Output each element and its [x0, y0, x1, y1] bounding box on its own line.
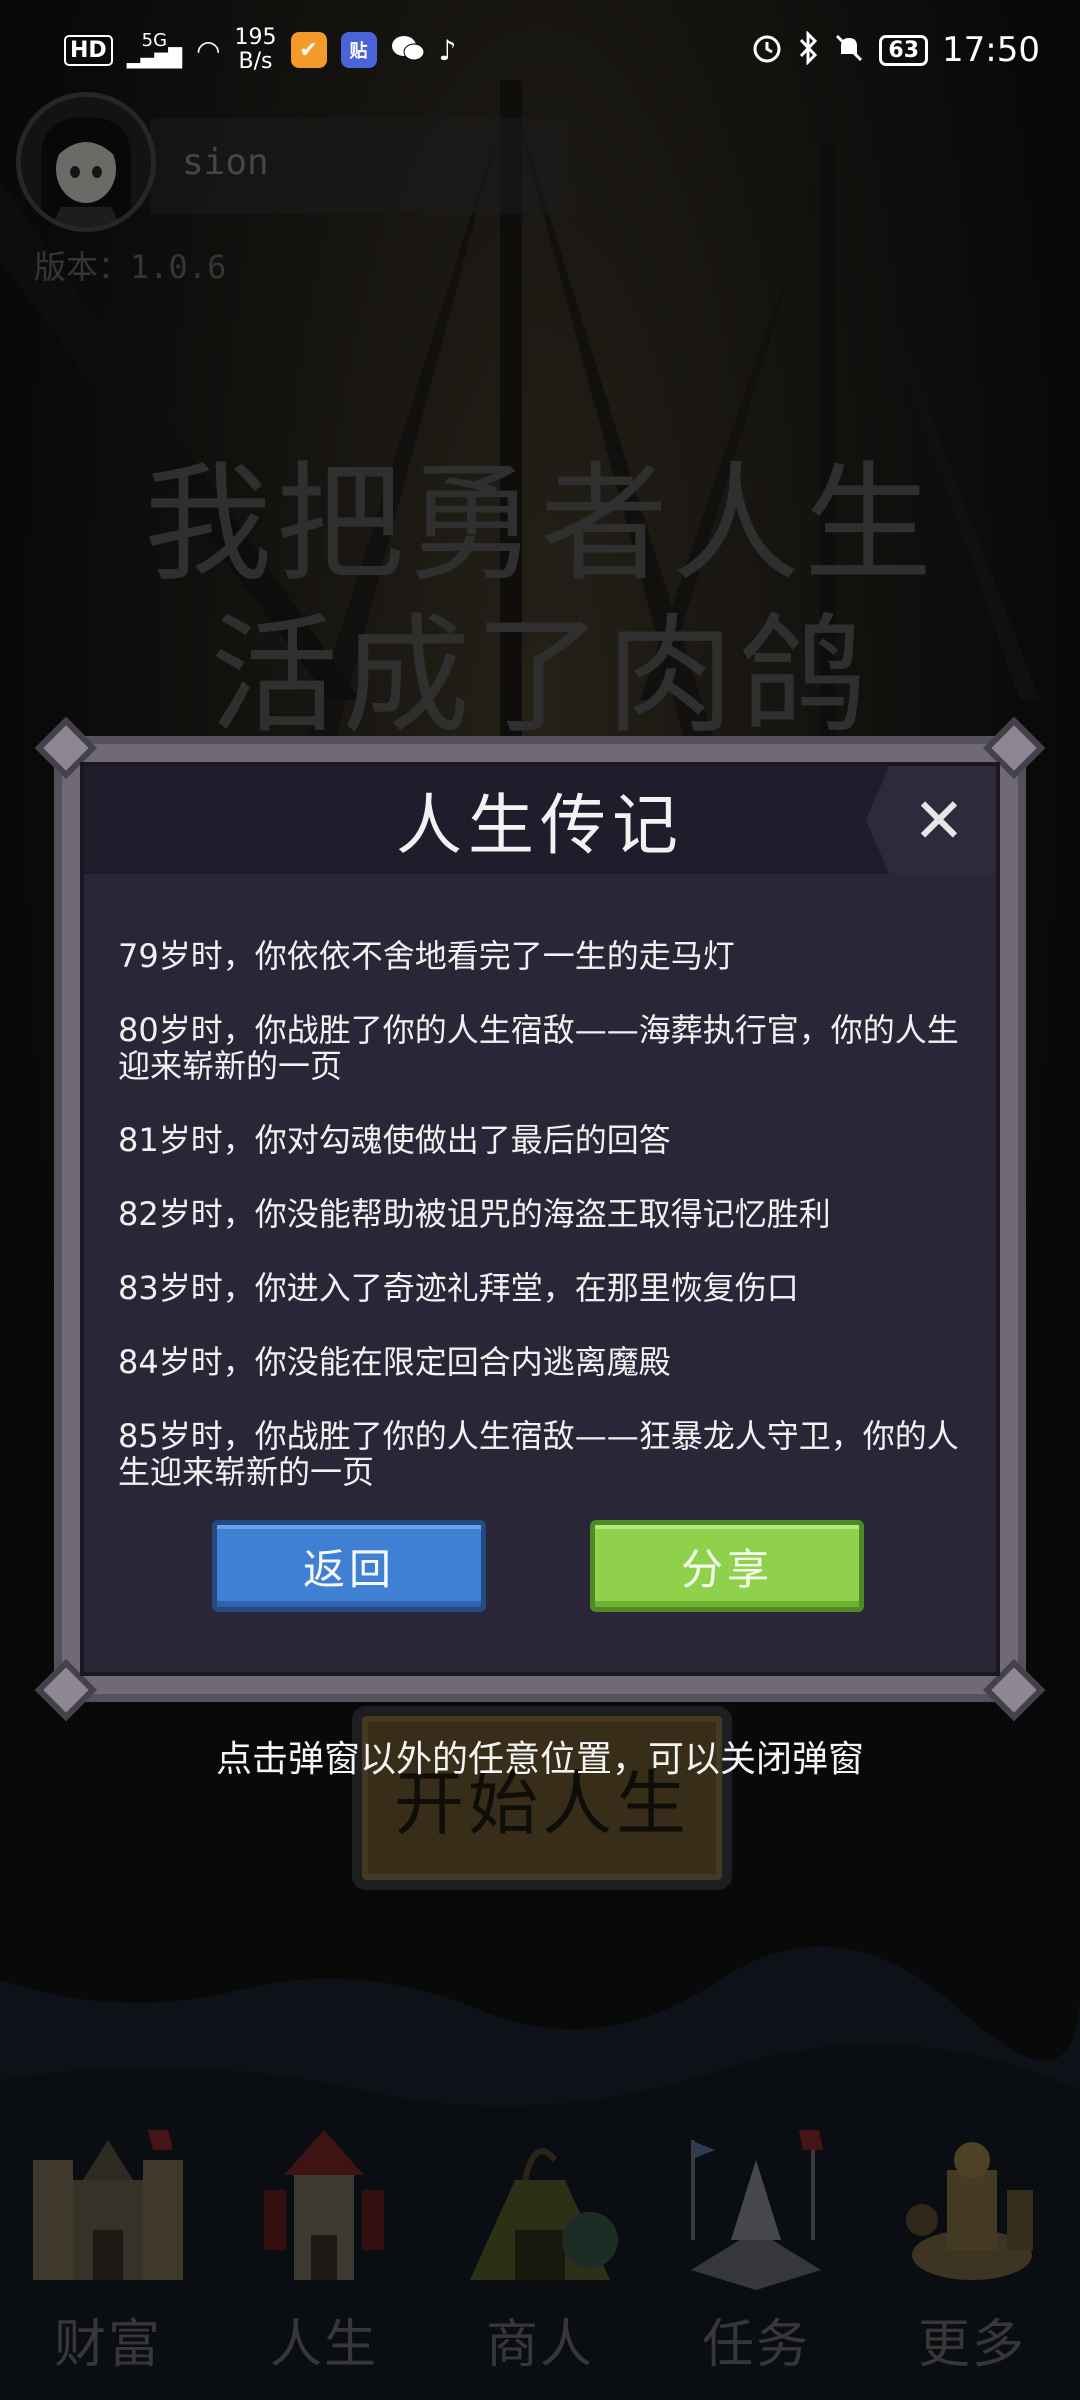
biography-entry: 84岁时，你没能在限定回合内逃离魔殿 [118, 1343, 671, 1381]
modal-title: 人生传记 [396, 787, 684, 864]
biography-entry: 80岁时，你战胜了你的人生宿敌——海葬执行官，你的人生迎来崭新的一页 [118, 1011, 959, 1085]
share-button[interactable]: 分享 [590, 1520, 864, 1612]
hd-indicator: HD [64, 34, 113, 66]
biography-list: 79岁时，你依依不舍地看完了一生的走马灯 80岁时，你战胜了你的人生宿敌——海葬… [118, 938, 962, 1528]
modal-header: 人生传记 ✕ [84, 766, 996, 874]
back-button[interactable]: 返回 [212, 1520, 486, 1612]
biography-modal: 人生传记 ✕ 79岁时，你依依不舍地看完了一生的走马灯 80岁时，你战胜了你的人… [34, 716, 1046, 1722]
mute-icon [833, 32, 865, 68]
alarm-icon [751, 32, 783, 68]
back-button-label: 返回 [302, 1544, 395, 1594]
dismiss-hint: 点击弹窗以外的任意位置，可以关闭弹窗 [215, 1739, 864, 1780]
bluetooth-icon [797, 30, 819, 69]
share-button-label: 分享 [680, 1544, 773, 1594]
biography-entry: 79岁时，你依依不舍地看完了一生的走马灯 [118, 937, 735, 975]
biography-entry: 85岁时，你战胜了你的人生宿敌——狂暴龙人守卫，你的人生迎来崭新的一页 [118, 1417, 959, 1491]
close-button[interactable]: ✕ [866, 766, 996, 874]
network-speed: 195 B/s [234, 25, 277, 74]
clock: 17:50 [942, 30, 1040, 70]
battery-indicator: 63 [879, 34, 929, 66]
task-app-icon: ✔ [290, 32, 327, 68]
biography-entry: 82岁时，你没能帮助被诅咒的海盗王取得记忆胜利 [118, 1195, 831, 1233]
biography-entry: 81岁时，你对勾魂使做出了最后的回答 [118, 1121, 671, 1159]
wechat-app-icon [391, 33, 425, 67]
network-indicator: 5G ▂▄▆█ [126, 30, 183, 69]
wifi-icon: ◠ [196, 33, 221, 67]
status-bar: HD 5G ▂▄▆█ ◠ 195 B/s ✔ 贴 ♪ 63 17:50 [0, 0, 1080, 100]
close-icon: ✕ [913, 783, 965, 857]
signal-icon: ▂▄▆█ [126, 48, 183, 69]
biography-entry: 83岁时，你进入了奇迹礼拜堂，在那里恢复伤口 [118, 1269, 799, 1307]
tiktok-app-icon: ♪ [438, 33, 457, 67]
tieba-app-icon: 贴 [340, 32, 377, 68]
